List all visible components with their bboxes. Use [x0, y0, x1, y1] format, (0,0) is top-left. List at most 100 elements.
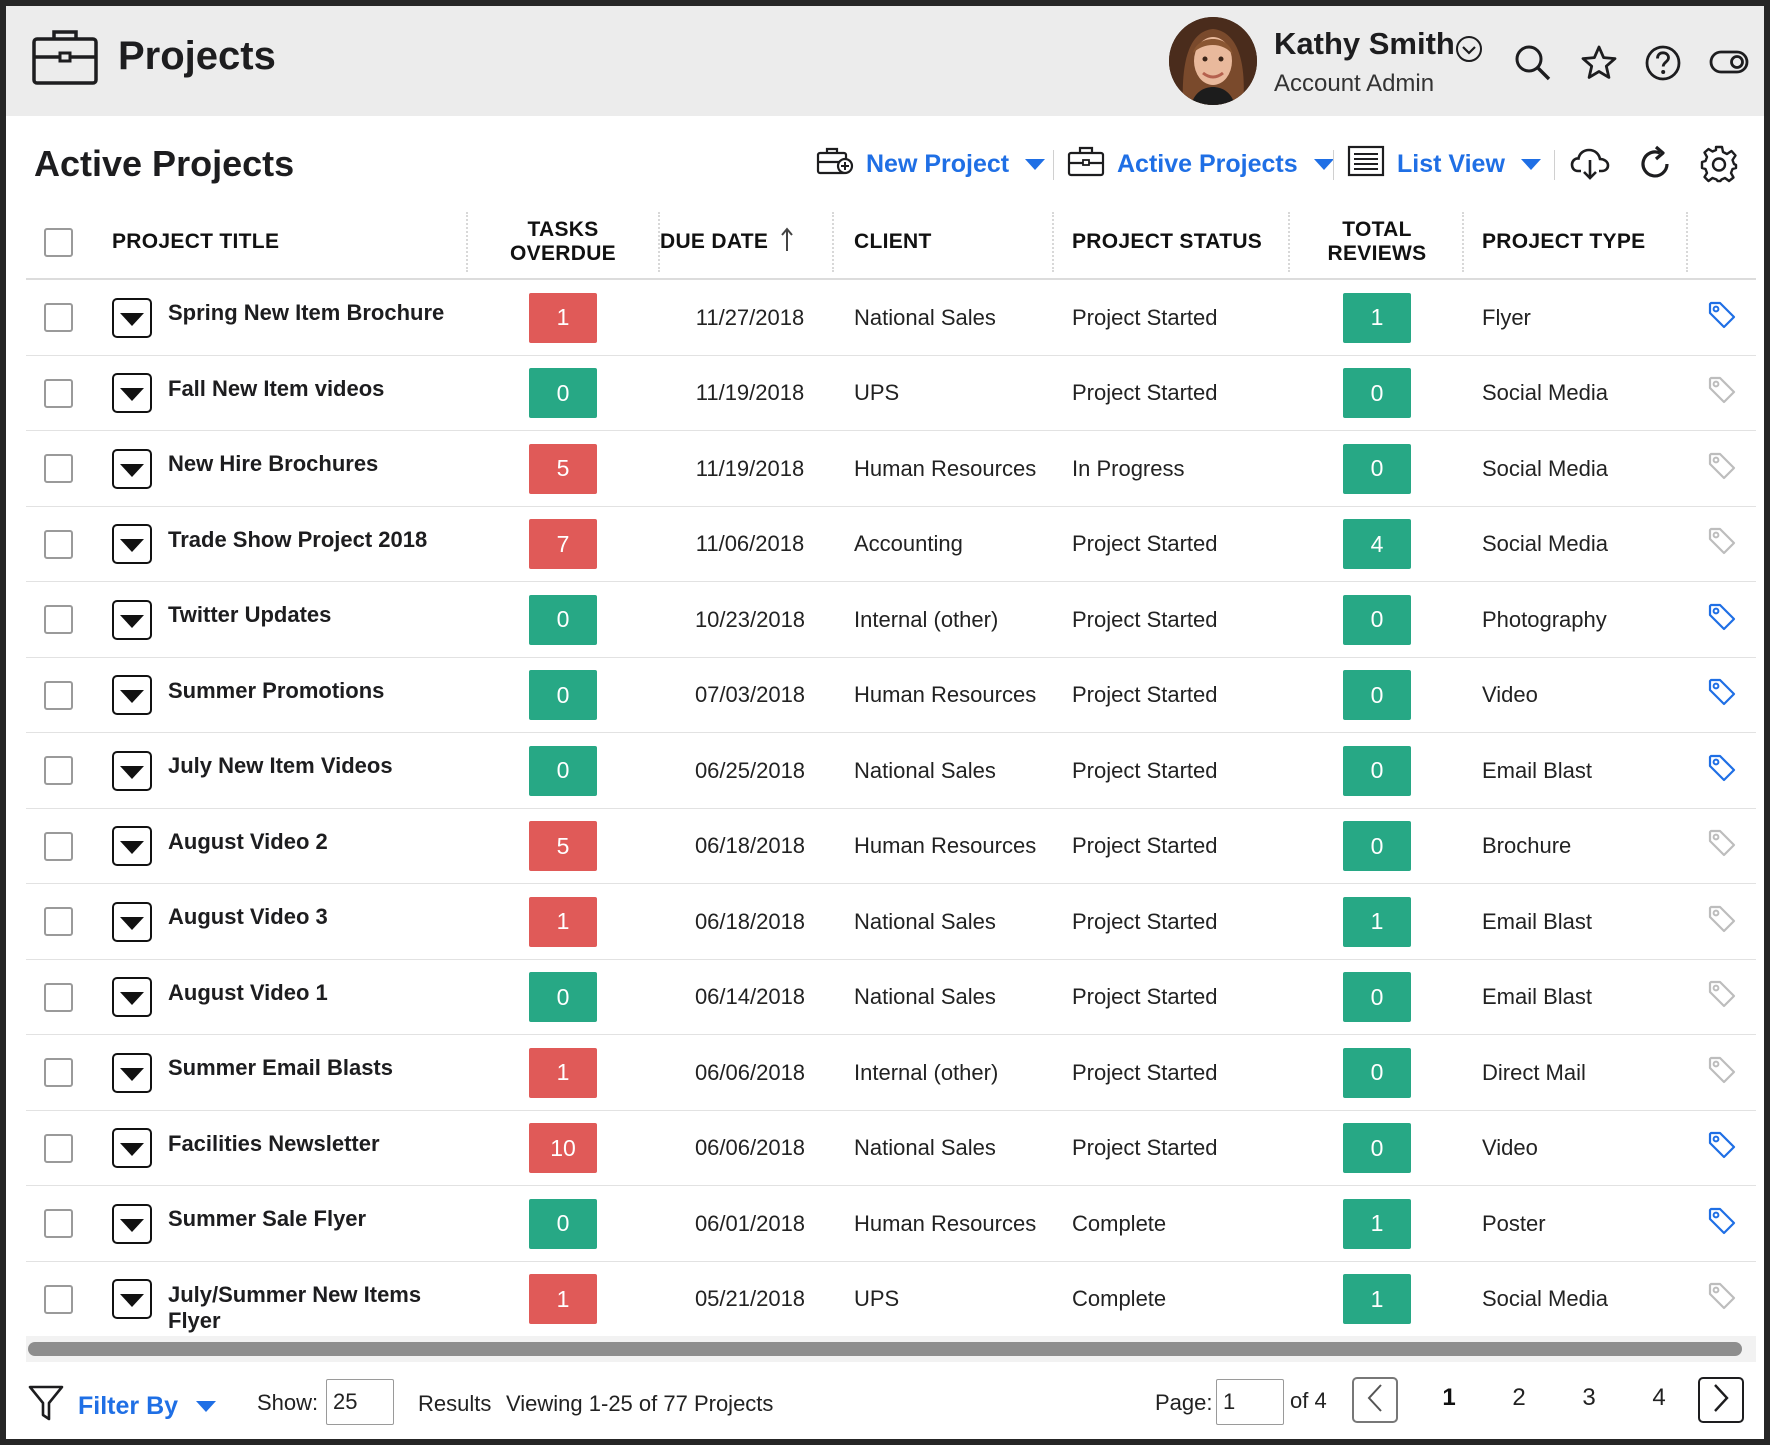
star-icon[interactable]	[1580, 44, 1618, 87]
tag-icon[interactable]	[1707, 979, 1737, 1015]
tasks-overdue-badge[interactable]: 1	[529, 1047, 597, 1098]
row-checkbox[interactable]	[44, 831, 73, 861]
row-checkbox[interactable]	[44, 529, 73, 559]
tasks-overdue-badge[interactable]: 1	[529, 292, 597, 343]
row-checkbox[interactable]	[44, 454, 73, 483]
row-checkbox[interactable]	[44, 303, 73, 332]
tag-icon[interactable]	[1707, 1281, 1737, 1317]
project-title-link[interactable]: Twitter Updates	[168, 602, 331, 628]
row-expand-button[interactable]	[112, 750, 152, 791]
cloud-download-icon[interactable]	[1570, 145, 1610, 186]
total-reviews-badge[interactable]: 0	[1343, 1047, 1411, 1098]
user-name[interactable]: Kathy Smith	[1274, 26, 1455, 62]
row-expand-button[interactable]	[112, 977, 152, 1017]
row-expand-button[interactable]	[112, 297, 152, 338]
row-expand-button[interactable]	[112, 373, 152, 413]
project-title-link[interactable]: Trade Show Project 2018	[168, 527, 427, 553]
next-page-button[interactable]	[1698, 1377, 1744, 1423]
row-expand-button[interactable]	[112, 1203, 152, 1244]
total-reviews-badge[interactable]: 0	[1343, 670, 1411, 720]
tasks-overdue-badge[interactable]: 5	[529, 821, 597, 871]
total-reviews-badge[interactable]: 1	[1343, 292, 1411, 343]
row-expand-button[interactable]	[112, 448, 152, 489]
project-title-link[interactable]: July/Summer New Items Flyer	[168, 1282, 466, 1334]
row-expand-button[interactable]	[112, 826, 152, 866]
project-title-link[interactable]: Summer Promotions	[168, 678, 384, 704]
page-link-4[interactable]: 4	[1644, 1384, 1674, 1412]
help-icon[interactable]	[1644, 44, 1682, 87]
row-checkbox[interactable]	[44, 982, 73, 1012]
project-title-link[interactable]: August Video 1	[168, 980, 328, 1006]
page-link-1[interactable]: 1	[1434, 1384, 1464, 1412]
toggle-icon[interactable]	[1709, 50, 1749, 79]
row-expand-button[interactable]	[112, 1279, 152, 1319]
new-project-dropdown[interactable]: New Project	[816, 146, 1046, 182]
active-projects-dropdown[interactable]: Active Projects	[1067, 146, 1334, 182]
project-title-link[interactable]: New Hire Brochures	[168, 451, 378, 477]
page-link-2[interactable]: 2	[1504, 1384, 1534, 1412]
row-expand-button[interactable]	[112, 675, 152, 715]
tasks-overdue-badge[interactable]: 0	[529, 972, 597, 1022]
row-checkbox[interactable]	[44, 1133, 73, 1163]
project-title-link[interactable]: Summer Email Blasts	[168, 1055, 393, 1081]
list-view-dropdown[interactable]: List View	[1347, 145, 1541, 182]
row-checkbox[interactable]	[44, 1209, 73, 1238]
col-project-type[interactable]: PROJECT TYPE	[1482, 204, 1702, 280]
total-reviews-badge[interactable]: 0	[1343, 821, 1411, 871]
tasks-overdue-badge[interactable]: 5	[529, 443, 597, 494]
row-expand-button[interactable]	[112, 901, 152, 942]
refresh-icon[interactable]	[1636, 145, 1674, 188]
tag-icon[interactable]	[1707, 904, 1737, 940]
total-reviews-badge[interactable]: 0	[1343, 368, 1411, 418]
filter-by-dropdown[interactable]: Filter By	[28, 1384, 217, 1428]
tag-icon[interactable]	[1707, 451, 1737, 487]
row-checkbox[interactable]	[44, 1284, 73, 1314]
gear-icon[interactable]	[1700, 145, 1738, 188]
row-checkbox[interactable]	[44, 907, 73, 936]
tag-icon-active[interactable]	[1707, 602, 1737, 638]
tasks-overdue-badge[interactable]: 10	[529, 1123, 597, 1173]
tag-icon-active[interactable]	[1707, 677, 1737, 713]
tag-icon[interactable]	[1707, 1055, 1737, 1091]
project-title-link[interactable]: July New Item Videos	[168, 753, 393, 779]
total-reviews-badge[interactable]: 0	[1343, 745, 1411, 796]
tasks-overdue-badge[interactable]: 1	[529, 1274, 597, 1324]
tag-icon[interactable]	[1707, 375, 1737, 411]
search-icon[interactable]	[1514, 44, 1552, 87]
col-project-title[interactable]: PROJECT TITLE	[112, 204, 412, 280]
tasks-overdue-badge[interactable]: 0	[529, 594, 597, 645]
col-project-status[interactable]: PROJECT STATUS	[1072, 204, 1292, 280]
row-expand-button[interactable]	[112, 1128, 152, 1168]
row-checkbox[interactable]	[44, 605, 73, 634]
page-link-3[interactable]: 3	[1574, 1384, 1604, 1412]
select-all-checkbox[interactable]	[44, 227, 73, 257]
row-expand-button[interactable]	[112, 1052, 152, 1093]
total-reviews-badge[interactable]: 4	[1343, 519, 1411, 569]
total-reviews-badge[interactable]: 1	[1343, 896, 1411, 947]
project-title-link[interactable]: Spring New Item Brochure	[168, 300, 444, 326]
project-title-link[interactable]: Summer Sale Flyer	[168, 1206, 366, 1232]
tag-icon-active[interactable]	[1707, 1130, 1737, 1166]
tasks-overdue-badge[interactable]: 0	[529, 670, 597, 720]
total-reviews-badge[interactable]: 0	[1343, 972, 1411, 1022]
tag-icon[interactable]	[1707, 828, 1737, 864]
chevron-down-circle-icon[interactable]	[1454, 34, 1484, 69]
tasks-overdue-badge[interactable]: 1	[529, 896, 597, 947]
col-due-date[interactable]: DUE DATE	[660, 204, 840, 280]
total-reviews-badge[interactable]: 0	[1343, 594, 1411, 645]
prev-page-button[interactable]	[1352, 1377, 1398, 1423]
row-expand-button[interactable]	[112, 599, 152, 640]
tag-icon[interactable]	[1707, 526, 1737, 562]
project-title-link[interactable]: Fall New Item videos	[168, 376, 384, 402]
tag-icon-active[interactable]	[1707, 300, 1737, 336]
avatar[interactable]	[1169, 17, 1257, 105]
project-title-link[interactable]: Facilities Newsletter	[168, 1131, 380, 1157]
tasks-overdue-badge[interactable]: 0	[529, 745, 597, 796]
tasks-overdue-badge[interactable]: 7	[529, 519, 597, 569]
col-tasks-overdue[interactable]: TASKS OVERDUE	[470, 204, 656, 280]
horizontal-scrollbar-thumb[interactable]	[28, 1342, 1742, 1356]
total-reviews-badge[interactable]: 1	[1343, 1274, 1411, 1324]
row-checkbox[interactable]	[44, 756, 73, 785]
tag-icon-active[interactable]	[1707, 1206, 1737, 1242]
row-checkbox[interactable]	[44, 680, 73, 710]
